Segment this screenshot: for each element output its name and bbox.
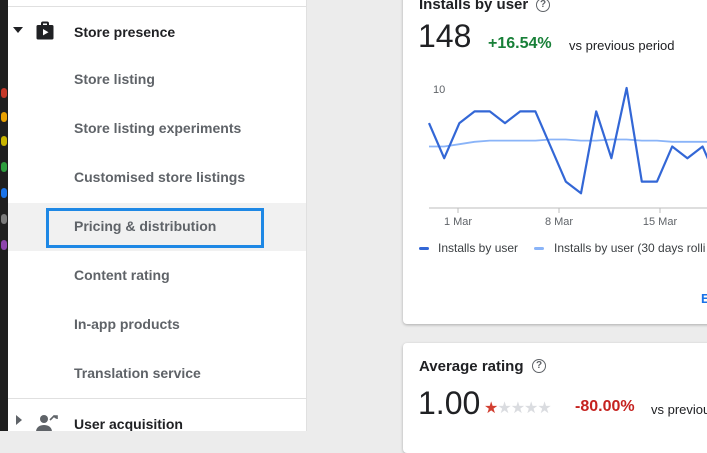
sidebar-item-content-rating[interactable]: Content rating bbox=[8, 252, 306, 300]
card-title: Average rating bbox=[419, 358, 524, 375]
chevron-right-icon[interactable] bbox=[16, 415, 22, 425]
rating-delta: -80.00% bbox=[575, 398, 635, 415]
help-icon[interactable]: ? bbox=[532, 359, 546, 373]
strip-marker bbox=[1, 136, 7, 146]
card-link-button[interactable]: E bbox=[701, 291, 707, 306]
sidebar-item-in-app-products[interactable]: In-app products bbox=[8, 301, 306, 349]
legend-swatch-installs bbox=[419, 247, 429, 250]
sidebar-item-label: Customised store listings bbox=[74, 169, 246, 185]
sidebar-item-customised-store-listings[interactable]: Customised store listings bbox=[8, 154, 306, 202]
sidebar-item-store-listing-experiments[interactable]: Store listing experiments bbox=[8, 105, 306, 153]
star-empty-icon: ★ bbox=[497, 400, 511, 417]
user-acquisition-icon bbox=[36, 414, 58, 431]
sidebar-item-label: Content rating bbox=[74, 267, 170, 283]
sidebar-item-label: Store listing bbox=[74, 71, 155, 87]
chevron-down-icon[interactable] bbox=[13, 27, 23, 33]
rating-value: 1.00 bbox=[418, 385, 481, 421]
x-tick-label: 15 Mar bbox=[643, 216, 678, 228]
strip-marker bbox=[1, 188, 7, 198]
star-rating: ★★★★★ bbox=[484, 398, 552, 418]
x-tick-label: 1 Mar bbox=[444, 216, 472, 228]
star-empty-icon: ★ bbox=[510, 400, 525, 417]
section-store-presence[interactable]: Store presence bbox=[8, 10, 306, 52]
strip-marker bbox=[1, 162, 7, 172]
installs-by-user-card: Installs by user ? 148 +16.54% vs previo… bbox=[403, 0, 707, 324]
store-presence-icon bbox=[36, 21, 54, 40]
section-title: Store presence bbox=[74, 24, 176, 40]
sidebar-item-pricing-distribution[interactable]: Pricing & distribution bbox=[8, 203, 306, 251]
average-rating-card: Average rating ? 1.00 ★★★★★ -80.00% vs p… bbox=[403, 343, 707, 453]
legend-swatch-rolling bbox=[534, 247, 544, 250]
sidebar-divider bbox=[8, 6, 306, 7]
series-line-rolling bbox=[429, 138, 707, 148]
x-tick-label: 8 Mar bbox=[545, 216, 573, 228]
rating-vs-text: vs previou bbox=[651, 402, 707, 417]
sidebar-item-label: Translation service bbox=[74, 365, 201, 381]
strip-marker bbox=[1, 88, 7, 98]
star-filled-icon: ★ bbox=[484, 400, 498, 417]
legend-label-installs: Installs by user bbox=[438, 241, 519, 255]
sidebar-divider bbox=[8, 398, 306, 399]
star-empty-icon: ★ bbox=[537, 400, 551, 417]
strip-marker bbox=[1, 240, 7, 250]
sidebar-item-label: In-app products bbox=[74, 316, 180, 332]
installs-line-chart: 10 1 Mar 8 Mar 15 Mar bbox=[427, 84, 707, 228]
strip-marker bbox=[1, 214, 7, 224]
sidebar-item-label: Store listing experiments bbox=[74, 120, 242, 136]
legend-label-rolling: Installs by user (30 days rolli bbox=[554, 241, 706, 255]
section-title-user-acquisition[interactable]: User acquisition bbox=[74, 416, 183, 431]
sidebar-item-translation-service[interactable]: Translation service bbox=[8, 350, 306, 398]
sidebar-nav: Store presence Store listing Store listi… bbox=[8, 0, 307, 431]
strip-marker bbox=[1, 112, 7, 122]
sidebar-item-label: Pricing & distribution bbox=[74, 218, 217, 234]
sidebar-item-store-listing[interactable]: Store listing bbox=[8, 56, 306, 104]
window-edge-strip bbox=[0, 0, 8, 431]
star-empty-icon: ★ bbox=[524, 400, 538, 417]
y-tick-label: 10 bbox=[433, 84, 445, 96]
